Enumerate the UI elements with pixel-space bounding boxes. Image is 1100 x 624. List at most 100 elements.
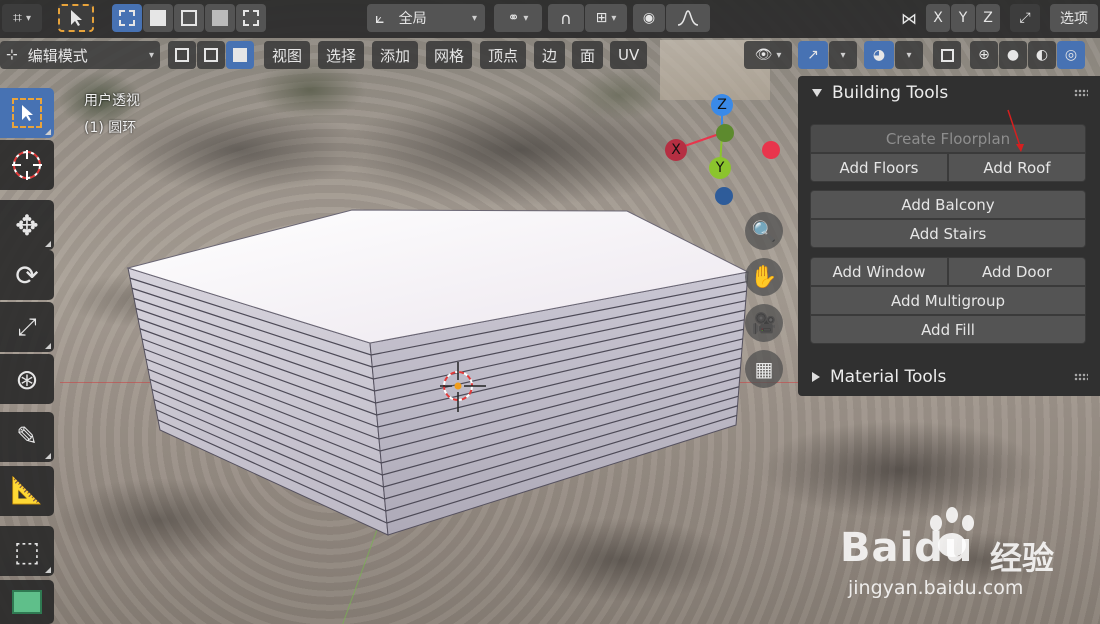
shading-rendered-button[interactable]: ◎ xyxy=(1057,41,1085,69)
menu-mesh[interactable]: 网格 xyxy=(426,41,473,69)
drag-grip-icon[interactable] xyxy=(1074,89,1088,97)
tool-extrude[interactable] xyxy=(0,580,54,624)
grid-icon: ▦ xyxy=(754,357,774,381)
overlays-toggle[interactable]: ◕ xyxy=(864,41,894,69)
add-stairs-button[interactable]: Add Stairs xyxy=(810,219,1086,248)
select-mode-new-button[interactable] xyxy=(112,4,142,32)
menu-vertex[interactable]: 顶点 xyxy=(480,41,527,69)
tool-add-cube[interactable]: ⬚ xyxy=(0,526,54,576)
material-tools-header[interactable]: Material Tools xyxy=(798,360,1100,394)
gizmo-x-ball[interactable]: X xyxy=(665,139,687,161)
add-roof-button[interactable]: Add Roof xyxy=(948,153,1086,182)
mirror-x-toggle[interactable]: X xyxy=(926,4,950,32)
tool-transform[interactable]: ⊛ xyxy=(0,354,54,404)
add-door-button[interactable]: Add Door xyxy=(948,257,1086,286)
tool-scale[interactable]: ⤢ xyxy=(0,302,54,352)
menu-edge[interactable]: 边 xyxy=(534,41,566,69)
snap-target-dropdown[interactable]: ⊞ ▾ xyxy=(585,4,627,32)
mirror-butterfly-icon-button[interactable]: ⋈ xyxy=(896,4,922,32)
add-multigroup-button[interactable]: Add Multigroup xyxy=(810,286,1086,315)
select-mode-subtract-button[interactable] xyxy=(174,4,204,32)
drag-grip-icon[interactable] xyxy=(1074,373,1088,381)
tool-annotate[interactable]: ✎ xyxy=(0,412,54,462)
add-window-button[interactable]: Add Window xyxy=(810,257,948,286)
ruler-icon: 📐 xyxy=(10,476,44,506)
overlays-dropdown[interactable]: ▾ xyxy=(895,41,923,69)
tool-cursor[interactable] xyxy=(0,140,54,190)
mode-dropdown[interactable]: ⊹ 编辑模式 ▾ xyxy=(0,41,160,69)
baidu-watermark: Baidu 经验 jingyan.baidu.com xyxy=(840,505,1090,605)
xray-toggle[interactable] xyxy=(933,41,961,69)
gizmo-neg-x-ball[interactable] xyxy=(762,141,780,159)
topology-mirror-toggle[interactable]: ⤢ xyxy=(1010,4,1040,32)
add-fill-button[interactable]: Add Fill xyxy=(810,315,1086,344)
vertex-select-button[interactable] xyxy=(168,41,196,69)
gizmo-toggle[interactable]: ↗ xyxy=(798,41,828,69)
edge-select-button[interactable] xyxy=(197,41,225,69)
wireframe-sphere-icon: ⊕ xyxy=(978,47,990,63)
snap-toggle[interactable]: ∩ xyxy=(548,4,584,32)
gizmo-neg-y-ball[interactable] xyxy=(716,124,734,142)
face-select-button[interactable] xyxy=(226,41,254,69)
pencil-icon: ✎ xyxy=(16,422,38,452)
mirror-y-toggle[interactable]: Y xyxy=(951,4,975,32)
options-dropdown[interactable]: 选项 xyxy=(1050,4,1098,32)
butterfly-icon: ⋈ xyxy=(901,8,917,28)
tool-move[interactable]: ✥ xyxy=(0,200,54,250)
material-tools-title: Material Tools xyxy=(830,367,947,387)
gizmo-y-ball[interactable]: Y xyxy=(709,157,731,179)
transform-orientation-dropdown[interactable]: ⟀ 全局 ▾ xyxy=(367,4,485,32)
xray-icon xyxy=(940,48,954,62)
menu-add[interactable]: 添加 xyxy=(372,41,419,69)
select-mode-extend-button[interactable] xyxy=(143,4,173,32)
watermark-logo: Baidu xyxy=(840,525,974,571)
pan-button[interactable]: ✋ xyxy=(745,258,783,296)
gizmo-arrow-icon: ↗ xyxy=(807,47,819,63)
mode-label: 编辑模式 xyxy=(27,46,88,65)
menu-face[interactable]: 面 xyxy=(572,41,604,69)
tool-settings-header: ⌗ ▾ ⟀ 全局 ▾ ⚭ ▾ ∩ ⊞ ▾ ◉ ⋈ X Y Z ⤢ 选项 xyxy=(0,0,1100,38)
select-mode-intersect-button[interactable] xyxy=(236,4,266,32)
hand-icon: ✋ xyxy=(750,264,778,290)
tool-measure[interactable]: 📐 xyxy=(0,466,54,516)
pivot-icon: ⚭ xyxy=(507,10,520,26)
transform-icon: ⊛ xyxy=(15,362,39,396)
zoom-button[interactable]: 🔍 xyxy=(745,212,783,250)
material-sphere-icon: ◐ xyxy=(1035,47,1049,63)
view-name: 用户透视 xyxy=(84,93,140,109)
object-info: (1) 圆环 xyxy=(84,120,137,136)
gizmo-neg-z-ball[interactable] xyxy=(715,187,733,205)
select-tool-button[interactable] xyxy=(58,4,94,32)
menu-select[interactable]: 选择 xyxy=(318,41,365,69)
add-balcony-button[interactable]: Add Balcony xyxy=(810,190,1086,219)
menu-view[interactable]: 视图 xyxy=(264,41,311,69)
falloff-curve-icon xyxy=(677,10,699,26)
eye-icon: 👁 xyxy=(754,47,773,63)
pivot-point-dropdown[interactable]: ⚭ ▾ xyxy=(494,4,542,32)
add-floors-button[interactable]: Add Floors xyxy=(810,153,948,182)
create-floorplan-button[interactable]: Create Floorplan xyxy=(810,124,1086,153)
editor-type-button[interactable]: ⌗ ▾ xyxy=(2,4,42,32)
camera-view-button[interactable]: 🎥 xyxy=(745,304,783,342)
building-tools-header[interactable]: Building Tools xyxy=(798,76,1100,110)
snap-increment-icon: ⊞ xyxy=(595,10,608,26)
visibility-dropdown[interactable]: 👁 ▾ xyxy=(744,41,792,69)
select-new-icon xyxy=(119,10,135,26)
shading-material-button[interactable]: ◐ xyxy=(1028,41,1056,69)
gizmo-dropdown[interactable]: ▾ xyxy=(829,41,857,69)
proportional-editing-toggle[interactable]: ◉ xyxy=(633,4,665,32)
tool-rotate[interactable]: ⟳ xyxy=(0,250,54,300)
collapse-triangle-icon xyxy=(812,89,822,97)
tool-select-box[interactable] xyxy=(0,88,54,138)
shading-solid-button[interactable]: ● xyxy=(999,41,1027,69)
topology-icon: ⤢ xyxy=(1019,10,1031,26)
shading-wireframe-button[interactable]: ⊕ xyxy=(970,41,998,69)
face-select-icon xyxy=(233,48,247,62)
falloff-dropdown[interactable] xyxy=(666,4,710,32)
perspective-toggle-button[interactable]: ▦ xyxy=(745,350,783,388)
sidebar-panel: Building Tools Create Floorplan Add Floo… xyxy=(798,76,1100,396)
gizmo-z-ball[interactable]: Z xyxy=(711,94,733,116)
menu-uv[interactable]: UV xyxy=(610,41,648,69)
mirror-z-toggle[interactable]: Z xyxy=(976,4,1000,32)
select-mode-invert-button[interactable] xyxy=(205,4,235,32)
